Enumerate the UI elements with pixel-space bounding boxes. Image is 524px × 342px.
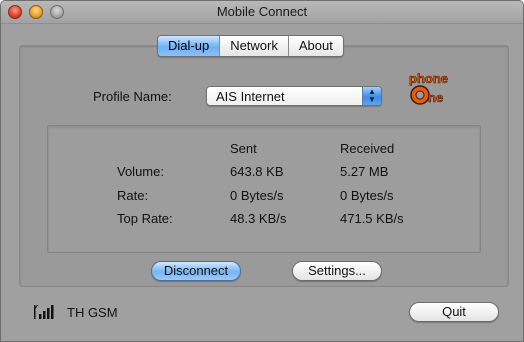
volume-received-value: 5.27 MB — [340, 164, 389, 179]
disconnect-button[interactable]: Disconnect — [151, 261, 241, 281]
title-bar[interactable]: Mobile Connect — [1, 1, 523, 24]
top-rate-received-value: 471.5 KB/s — [340, 211, 404, 226]
received-column-header: Received — [340, 141, 395, 156]
tab-bar: Dial-up Network About — [157, 35, 344, 57]
phone-one-logo: phone ne — [409, 71, 449, 106]
network-name: TH GSM — [67, 305, 118, 320]
rate-received-value: 0 Bytes/s — [340, 188, 394, 203]
rate-sent-value: 0 Bytes/s — [230, 188, 284, 203]
mobile-connect-window: Mobile Connect Dial-up Network About Pro… — [0, 0, 524, 342]
top-rate-label: Top Rate: — [117, 211, 173, 226]
profile-select-value: AIS Internet — [216, 89, 285, 104]
window-title: Mobile Connect — [216, 4, 308, 19]
profile-select[interactable]: AIS Internet ▲ ▼ — [206, 86, 382, 106]
settings-button[interactable]: Settings... — [292, 261, 382, 281]
up-down-arrows-icon: ▲ ▼ — [362, 87, 381, 105]
svg-text:ne: ne — [428, 90, 443, 105]
quit-button[interactable]: Quit — [409, 302, 499, 322]
tab-dial-up[interactable]: Dial-up — [158, 36, 221, 56]
sent-column-header: Sent — [230, 141, 257, 156]
rate-label: Rate: — [117, 188, 149, 203]
signal-bars-icon — [34, 305, 54, 319]
svg-text:phone: phone — [409, 71, 448, 86]
profile-name-label: Profile Name: — [93, 89, 172, 104]
volume-sent-value: 643.8 KB — [230, 164, 284, 179]
volume-label: Volume: — [117, 164, 164, 179]
top-rate-sent-value: 48.3 KB/s — [230, 211, 287, 226]
tab-about[interactable]: About — [288, 36, 343, 56]
tab-network[interactable]: Network — [220, 36, 289, 56]
